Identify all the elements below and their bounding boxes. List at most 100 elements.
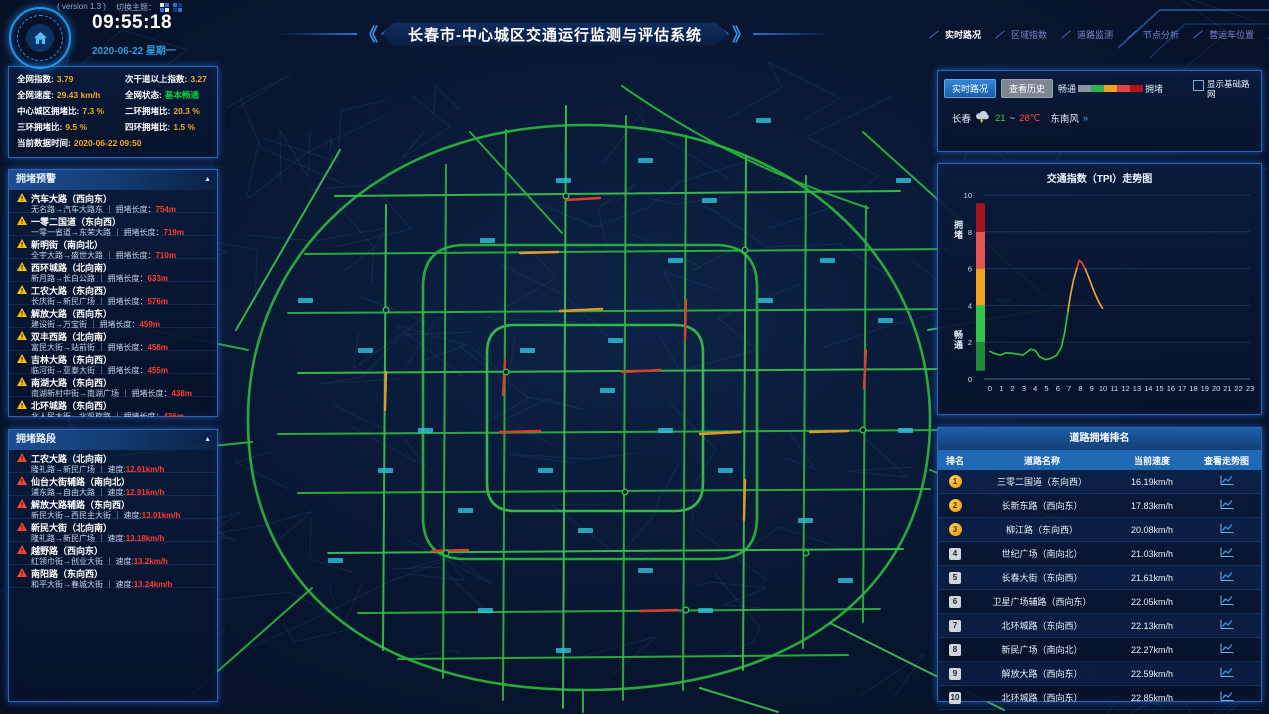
realtime-button[interactable]: 实时路况 [944,79,996,98]
rank-badge: 7 [949,620,961,632]
list-item[interactable]: 南阳路（东向西）和平大街→春城大街 ｜ 速度:13.24km/h [9,565,217,588]
svg-text:3: 3 [1022,384,1026,393]
list-item[interactable]: 解放大路（西向东）建设街→万宝街 ｜ 拥堵长度：459m [9,305,217,328]
trend-chart-icon[interactable] [1220,619,1234,632]
list-item-road: 双丰西路（北向南） [17,331,217,342]
list-item[interactable]: 西环城路（北向南）新月路→长白公路 ｜ 拥堵长度：633m [9,259,217,282]
trend-chart-icon[interactable] [1220,643,1234,656]
nav-item-4[interactable]: 节点分析 [1126,28,1179,41]
trend-cell [1192,475,1261,488]
list-item[interactable]: 工农大路（东向西）长庆街→新民广场 ｜ 拥堵长度：576m [9,282,217,305]
speed-cell: 16.19km/h [1112,477,1192,487]
nav-item-3[interactable]: 道路监测 [1060,28,1113,41]
rank-badge: 3 [949,523,962,536]
list-item[interactable]: 新明街（南向北）全宇大路→盛世大路 ｜ 拥堵长度：710m [9,236,217,259]
theme-swatch-light[interactable] [160,3,169,12]
list-item-road: 一零二国道（东向西） [17,216,217,227]
weather-tilde: ~ [1010,113,1016,124]
svg-text:8: 8 [968,228,972,237]
trend-cell [1192,571,1261,584]
traffic-legend: 畅通 拥堵 [1058,82,1163,95]
section-range: 长庆街→新民广场 [31,297,97,306]
weather-more-link[interactable]: » [1083,113,1088,124]
speed-cell: 22.05km/h [1112,597,1192,607]
list-item[interactable]: 一零二国道（东向西）一零一省道→东荣大路 ｜ 拥堵长度：719m [9,213,217,236]
banner-line-left [279,33,357,35]
table-row: 8新民广场（南向北）22.27km/h [938,638,1261,662]
list-item-road: 越野路（西向东） [17,545,217,556]
nav-item-2[interactable]: 区域指数 [994,28,1047,41]
warning-triangle-icon [17,285,27,296]
svg-text:11: 11 [1110,384,1118,393]
ranking-rows: 1三零二国道（东向西）16.19km/h2长新东路（西向东）17.83km/h3… [938,470,1261,710]
separator: ｜ [105,580,115,588]
value: 438m [171,389,191,398]
value-label: 拥堵长度： [123,412,163,417]
list-item[interactable]: 工农大路（北向南）隆礼路→新民广场 ｜ 速度:12.61km/h [9,450,217,473]
list-item[interactable]: 越野路（西向东）红领巾街→创业大街 ｜ 速度:13.2km/h [9,542,217,565]
list-item[interactable]: 汽车大路（西向东）无名路→汽车大路东 ｜ 拥堵长度：754m [9,190,217,213]
value: 12.61km/h [126,465,165,474]
collapse-arrow-icon[interactable]: ▲ [204,430,211,450]
home-logo[interactable] [9,7,71,69]
stat-label: 全网指数: [17,74,54,84]
stat-item: 四环拥堵比:1.5 % [125,121,209,133]
trend-chart-icon[interactable] [1220,595,1234,608]
section-range: 隆礼路→新民广场 [31,465,97,474]
list-item-road: 仙台大街辅路（南向北） [17,476,217,487]
stat-value: 3.79 [57,74,74,84]
stat-value: 1.5 % [173,122,195,132]
table-row: 6卫星广场辅路（西向东）22.05km/h [938,590,1261,614]
road-name-cell: 新民广场（南向北） [972,643,1112,656]
svg-text:拥堵: 拥堵 [954,219,963,240]
list-item[interactable]: 吉林大路（东向西）临河街→亚泰大街 ｜ 拥堵长度：455m [9,351,217,374]
nav-item-5[interactable]: 营运车位置 [1192,28,1254,41]
list-item[interactable]: 解放大路辅路（东向西）新民大街→西民主大街 ｜ 速度:13.01km/h [9,496,217,519]
road-name: 南阳路（东向西） [31,569,103,579]
rank-badge: 8 [949,644,961,656]
basemap-checkbox[interactable] [1193,80,1204,91]
trend-chart-icon[interactable] [1220,475,1234,488]
trend-chart-icon[interactable] [1220,523,1234,536]
list-item[interactable]: 双丰西路（北向南）富民大街→站前街 ｜ 拥堵长度：458m [9,328,217,351]
value: 459m [139,320,159,329]
list-item[interactable]: 新民大街（北向南）隆礼路→新民广场 ｜ 速度:13.18km/h [9,519,217,542]
section-range: 一零一省道→东荣大路 [31,228,113,237]
list-item-road: 汽车大路（西向东） [17,193,217,204]
collapse-arrow-icon[interactable]: ▲ [204,170,211,190]
value: 576m [147,297,167,306]
legend-color-block [1091,85,1104,92]
value-label: 拥堵长度： [107,274,147,283]
theme-swatch-dark[interactable] [173,3,182,12]
rank-badge: 6 [949,596,961,608]
nav-item-1[interactable]: 实时路况 [928,28,981,41]
trend-chart-icon[interactable] [1220,691,1234,704]
separator: ｜ [97,488,107,497]
separator: ｜ [121,389,131,398]
svg-text:畅通: 畅通 [954,329,963,350]
stat-item: 全网状态:基本畅通 [125,89,209,101]
list-item-road: 新民大街（北向南） [17,522,217,533]
value-label: 拥堵长度： [107,297,147,306]
trend-chart-icon[interactable] [1220,499,1234,512]
trend-chart-icon[interactable] [1220,547,1234,560]
warning-triangle-icon [17,400,27,411]
trend-chart-icon[interactable] [1220,571,1234,584]
list-item[interactable]: 仙台大街辅路（南向北）浦东路→自由大路 ｜ 速度:12.91km/h [9,473,217,496]
list-item[interactable]: 南湖大路（东向西）南湖新村中街→南湖广场 ｜ 拥堵长度：438m [9,374,217,397]
svg-text:0: 0 [988,384,992,393]
list-item[interactable]: 北环城路（东向西）北人民大街→北凯旋路 ｜ 拥堵长度：436m [9,397,217,417]
section-range: 无名路→汽车大路东 [31,205,105,214]
trend-cell [1192,667,1261,680]
trend-chart-icon[interactable] [1220,667,1234,680]
section-range: 临河街→亚泰大街 [31,366,97,375]
trend-cell [1192,691,1261,704]
stat-item: 次干道以上指数:3.27 [125,73,209,85]
separator: ｜ [105,251,115,260]
nav-item-label: 道路监测 [1077,28,1113,41]
nav-item-label: 实时路况 [945,28,981,41]
rank-cell: 8 [938,644,972,656]
history-button[interactable]: 查看历史 [1001,79,1053,98]
app-title-banner: 《 长春市-中心城区交通运行监测与评估系统 》 [372,15,738,53]
value-label: 拥堵长度： [123,228,163,237]
